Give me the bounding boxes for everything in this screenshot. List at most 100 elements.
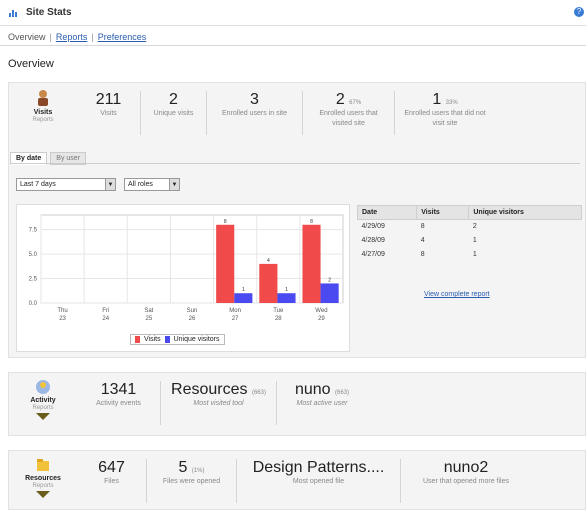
stat-label: Unique visits (153, 110, 194, 117)
stat-value: nuno2 (443, 459, 489, 476)
expand-arrow-icon[interactable] (36, 413, 50, 420)
resources-folder-icon (37, 459, 49, 471)
stat-most-active-user: nuno (663) Most active user (277, 381, 367, 425)
x-tick-label: Mon (229, 308, 241, 314)
nav-reports-link[interactable]: Reports (56, 32, 88, 42)
tool-navigation: Overview | Reports | Preferences (0, 28, 586, 46)
table-cell: 2 (472, 223, 477, 231)
table-header: Visits (416, 205, 470, 220)
table-cell: 8 (420, 251, 425, 258)
x-tick-label: 26 (189, 316, 196, 322)
x-tick-label: 25 (146, 316, 153, 322)
chart-bar (259, 263, 278, 303)
stat-files: 647 Files (77, 459, 147, 503)
chart-legend: Visits Unique visitors (130, 334, 225, 345)
table-row: 4/27/09 8 1 (358, 248, 582, 262)
data-label: 8 (224, 219, 227, 225)
table-cell: 1 (472, 237, 477, 244)
period-select[interactable]: Last 7 days ▼ (16, 178, 116, 191)
expand-arrow-icon[interactable] (36, 491, 50, 498)
stat-value: 1341 (100, 381, 137, 398)
legend-swatch-visits (135, 336, 140, 343)
stat-label: Enrolled users that did not visit site (404, 110, 486, 127)
x-tick-label: Fri (102, 308, 109, 314)
activity-tool[interactable]: Activity Reports (9, 373, 77, 420)
data-label: 2 (328, 277, 331, 283)
stat-label: Files (104, 478, 119, 485)
activity-tool-sub: Reports (32, 405, 54, 411)
x-tick-label: 27 (232, 316, 239, 322)
visits-chart-svg: 0.02.55.07.5Thu23Fri24Sat25Sun26Mon2781T… (29, 214, 344, 322)
site-stats-icon (6, 6, 20, 20)
stat-unit: 67% (349, 100, 362, 106)
stat-most-visited-tool: Resources (663) Most visited tool (161, 381, 277, 425)
resources-tool-sub: Reports (32, 483, 54, 489)
x-tick-label: Tue (273, 308, 284, 314)
stat-enrolled-visited: 2 67% Enrolled users that visited site (303, 91, 395, 135)
view-complete-report-link[interactable]: View complete report (424, 291, 490, 298)
activity-tool-name: Activity (30, 397, 56, 404)
table-row: 4/28/09 4 1 (358, 234, 582, 248)
data-label: 1 (242, 287, 245, 293)
stat-label: Visits (100, 110, 117, 117)
stat-enrolled-users: 3 Enrolled users in site (207, 91, 303, 135)
stat-label: User that opened more files (423, 478, 509, 485)
page-title: Overview (8, 58, 54, 70)
nav-preferences-link[interactable]: Preferences (98, 32, 147, 42)
legend-swatch-unique (164, 336, 170, 343)
stat-label: Activity events (96, 400, 141, 407)
chart-bar (302, 224, 321, 303)
nav-overview: Overview (8, 31, 46, 42)
table-cell: 8 (420, 223, 425, 231)
stat-enrolled-not-visited: 1 33% Enrolled users that did not visit … (395, 91, 495, 135)
help-icon[interactable]: ? (574, 7, 584, 17)
period-select-value: Last 7 days (20, 181, 56, 188)
table-cell: 1 (472, 251, 477, 258)
stat-unit: (663) (335, 390, 350, 396)
stat-label: Most opened file (292, 478, 345, 485)
chart-filters: Last 7 days ▼ All roles ▼ (16, 178, 180, 191)
stat-label: Enrolled users in site (222, 110, 287, 117)
stat-most-opened-file: Design Patterns.... Most opened file (237, 459, 401, 503)
roles-select[interactable]: All roles ▼ (124, 178, 180, 191)
x-tick-label: 24 (102, 316, 109, 322)
nav-separator: | (91, 31, 94, 42)
chevron-down-icon: ▼ (105, 179, 115, 190)
resources-tool[interactable]: Resources Reports (9, 451, 77, 498)
visits-tool[interactable]: Visits Reports (9, 83, 77, 123)
nav-separator: | (49, 31, 52, 42)
stat-value: 211 (95, 91, 122, 108)
chevron-down-icon: ▼ (169, 179, 179, 190)
title-bar: Site Stats ? (0, 0, 586, 26)
table-cell: 4/29/09 (361, 223, 385, 231)
visits-tool-sub: Reports (32, 117, 54, 123)
visits-person-icon (38, 90, 48, 106)
x-tick-label: 29 (318, 316, 325, 322)
x-tick-label: Sat (144, 308, 153, 314)
chart-bar (320, 283, 339, 303)
chart-bar (216, 224, 235, 303)
stat-value: 2 (335, 91, 345, 108)
stat-visits: 211 Visits (77, 91, 141, 135)
tab-divider (10, 163, 580, 164)
resources-tool-name: Resources (25, 475, 61, 482)
stat-value: Resources (171, 381, 248, 398)
data-label: 4 (267, 258, 270, 264)
stat-label: Most active user (296, 400, 348, 407)
table-cell: 4 (420, 237, 425, 244)
stat-unit: (1%) (191, 468, 205, 474)
visits-table: Date Visits Unique visitors 4/29/09 8 2 … (356, 205, 582, 262)
stat-value: 3 (250, 91, 259, 108)
tool-title: Site Stats (26, 7, 72, 18)
legend-label-visits: Visits (144, 336, 161, 343)
stat-unique-visits: 2 Unique visits (141, 91, 207, 135)
activity-icon (36, 380, 50, 394)
table-cell: 4/27/09 (361, 251, 385, 258)
stat-value: 2 (169, 91, 178, 108)
legend-label-unique: Unique visitors (173, 336, 220, 343)
stat-label: Enrolled users that visited site (319, 110, 378, 127)
stat-label: Most visited tool (193, 400, 244, 407)
data-label: 8 (310, 219, 313, 225)
table-header: Unique visitors (468, 205, 582, 220)
stat-activity-events: 1341 Activity events (77, 381, 161, 425)
